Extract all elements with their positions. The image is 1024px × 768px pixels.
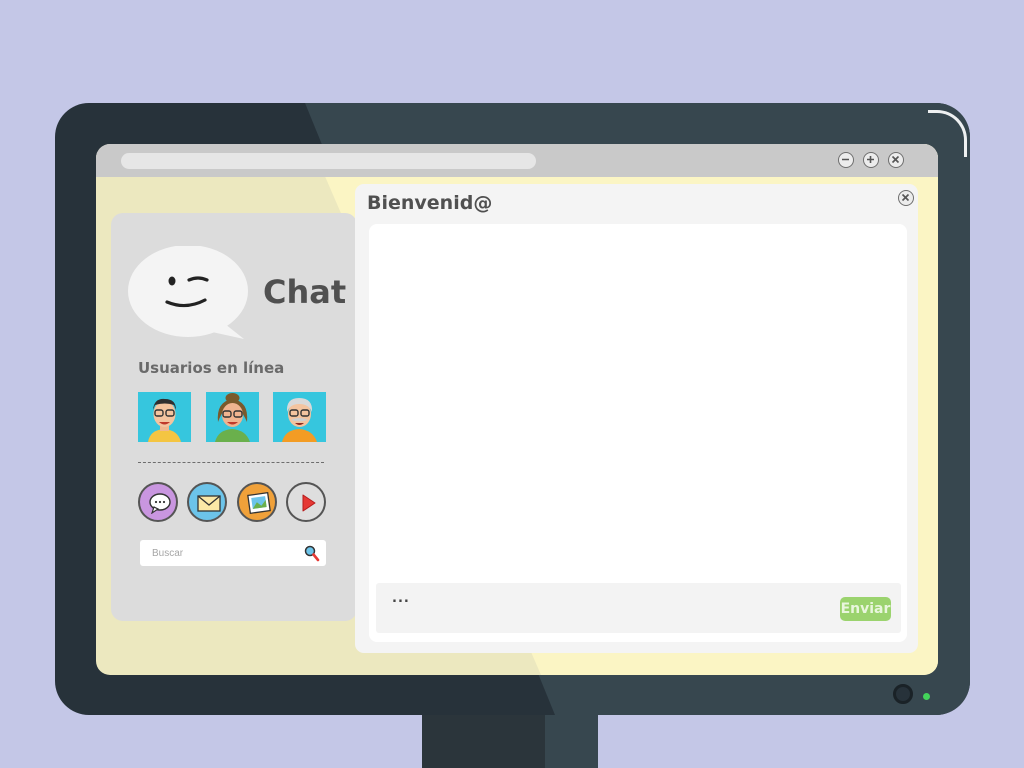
chat-window: Bienvenid@ ... Enviar <box>355 184 918 653</box>
search-input[interactable] <box>152 545 302 561</box>
mail-action-button[interactable] <box>187 482 227 522</box>
close-icon <box>901 193 910 202</box>
address-bar[interactable] <box>121 153 536 169</box>
search-icon[interactable] <box>304 545 320 563</box>
screen: Chat Usuarios en línea Buscar Bienvenid@… <box>96 144 938 675</box>
message-input[interactable]: ... <box>392 591 410 606</box>
video-action-button[interactable] <box>286 482 326 522</box>
browser-titlebar <box>96 144 938 177</box>
send-button[interactable]: Enviar <box>840 597 891 621</box>
power-led <box>923 693 930 700</box>
user-avatar-2[interactable] <box>206 392 259 442</box>
speech-bubble-icon <box>149 493 171 514</box>
chat-action-button[interactable] <box>138 482 178 522</box>
message-area <box>369 224 907 642</box>
close-icon <box>891 155 900 164</box>
chat-sidebar: Chat Usuarios en línea <box>111 213 357 621</box>
man-glasses-avatar-icon <box>148 398 181 442</box>
message-compose-bar[interactable]: ... Enviar <box>376 583 901 633</box>
user-avatar-3[interactable] <box>273 392 326 442</box>
close-chat-window-button[interactable] <box>898 190 914 206</box>
photos-action-button[interactable] <box>237 482 277 522</box>
old-man-avatar-icon <box>282 398 317 442</box>
minimize-button[interactable] <box>838 152 854 168</box>
woman-glasses-avatar-icon <box>215 393 250 442</box>
play-icon <box>302 494 316 512</box>
envelope-icon <box>197 495 221 512</box>
online-users-heading: Usuarios en línea <box>138 359 285 377</box>
search-box <box>140 540 326 566</box>
chat-title: Chat <box>263 273 347 311</box>
user-avatar-1[interactable] <box>138 392 191 442</box>
chat-window-title: Bienvenid@ <box>367 192 493 214</box>
sidebar-divider <box>138 462 324 463</box>
close-browser-button[interactable] <box>888 152 904 168</box>
maximize-button[interactable] <box>863 152 879 168</box>
winking-chat-bubble-icon <box>128 246 248 339</box>
minimize-icon <box>842 158 849 161</box>
plus-icon <box>867 156 874 163</box>
power-button[interactable] <box>893 684 913 704</box>
image-icon <box>247 492 271 514</box>
